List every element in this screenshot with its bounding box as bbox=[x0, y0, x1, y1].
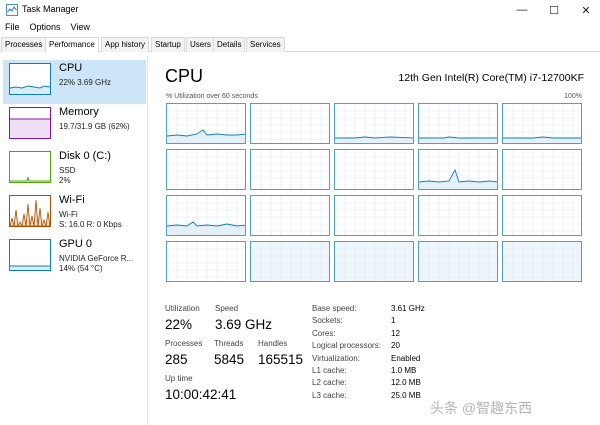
title-bar: Task Manager — ☐ ✕ bbox=[0, 0, 600, 20]
threads-value: 5845 bbox=[214, 352, 245, 367]
info-label: Sockets: bbox=[312, 316, 343, 326]
sidebar-item-cpu[interactable]: CPU 22% 3.69 GHz bbox=[3, 60, 146, 104]
handles-label: Handles bbox=[258, 339, 288, 348]
sidebar-item-detail: Wi-Fi bbox=[59, 210, 78, 219]
sidebar-item-detail: 2% bbox=[59, 176, 71, 185]
speed-label: Speed bbox=[215, 304, 239, 313]
uptime-label: Up time bbox=[165, 374, 193, 383]
sidebar-item-wifi[interactable]: Wi-Fi Wi-Fi S: 16.0 R: 0 Kbps bbox=[3, 192, 146, 236]
cpu-thumbnail-graph bbox=[9, 63, 51, 95]
info-label: Virtualization: bbox=[312, 353, 360, 363]
info-value: 3.61 GHz bbox=[391, 304, 425, 313]
cpu-core-graph bbox=[334, 149, 414, 190]
tab-processes[interactable]: Processes bbox=[1, 37, 47, 52]
sidebar-item-label: Memory bbox=[59, 106, 99, 118]
menu-bar: File Options View bbox=[0, 20, 95, 36]
info-label: L1 cache: bbox=[312, 366, 347, 375]
processes-label: Processes bbox=[165, 339, 203, 348]
sidebar-item-label: Disk 0 (C:) bbox=[59, 150, 111, 162]
menu-file[interactable]: File bbox=[0, 20, 25, 36]
utilization-graph-label: % Utilization over 60 seconds bbox=[166, 93, 258, 100]
info-value: 20 bbox=[391, 341, 400, 351]
utilization-max-label: 100% bbox=[564, 93, 582, 100]
utilization-value: 22% bbox=[165, 317, 193, 332]
info-value: Enabled bbox=[391, 353, 421, 363]
info-label: L2 cache: bbox=[312, 378, 347, 388]
tab-performance[interactable]: Performance bbox=[45, 37, 99, 53]
sidebar-item-detail: 22% 3.69 GHz bbox=[59, 78, 112, 87]
window-title: Task Manager bbox=[22, 4, 79, 14]
info-value: 12.0 MB bbox=[391, 378, 421, 388]
info-value: 25.0 MB bbox=[391, 390, 421, 400]
performance-sidebar: CPU 22% 3.69 GHz Memory 19.7/31.9 GB (62… bbox=[0, 56, 148, 425]
info-value: 12 bbox=[391, 328, 400, 338]
handles-value: 165515 bbox=[258, 352, 304, 367]
sidebar-item-label: CPU bbox=[59, 62, 83, 74]
menu-options[interactable]: Options bbox=[25, 20, 66, 36]
sidebar-item-memory[interactable]: Memory 19.7/31.9 GB (62%) bbox=[3, 104, 146, 148]
menu-view[interactable]: View bbox=[66, 20, 95, 36]
tab-app-history[interactable]: App history bbox=[101, 37, 150, 52]
close-icon: ✕ bbox=[581, 4, 591, 17]
tab-details[interactable]: Details bbox=[213, 37, 246, 52]
info-label: Logical processors: bbox=[312, 341, 381, 351]
cpu-model-name: 12th Gen Intel(R) Core(TM) i7-12700KF bbox=[398, 72, 584, 84]
sidebar-item-detail: S: 16.0 R: 0 Kbps bbox=[59, 220, 122, 229]
cpu-core-graph bbox=[334, 103, 414, 144]
maximize-icon: ☐ bbox=[549, 4, 559, 17]
sidebar-item-detail: SSD bbox=[59, 166, 76, 175]
info-value: 1.0 MB bbox=[391, 366, 417, 375]
tab-strip: Processes Performance App history Startu… bbox=[0, 37, 600, 53]
cpu-core-graph bbox=[250, 149, 330, 190]
gpu-thumbnail-graph bbox=[9, 239, 51, 271]
cpu-core-graph bbox=[166, 195, 246, 236]
cpu-core-graph bbox=[334, 195, 414, 236]
cpu-core-graph bbox=[502, 103, 582, 144]
sidebar-item-detail: NVIDIA GeForce R... bbox=[59, 254, 134, 263]
page-title: CPU bbox=[165, 66, 204, 86]
info-label: Cores: bbox=[312, 328, 336, 338]
cpu-core-graph bbox=[418, 195, 498, 236]
cpu-core-graph bbox=[166, 241, 246, 282]
processes-value: 285 bbox=[165, 352, 188, 367]
utilization-label: Utilization bbox=[165, 304, 200, 313]
watermark: 头条 @智趣东西 bbox=[430, 400, 533, 416]
wifi-thumbnail-graph bbox=[9, 195, 51, 228]
minimize-button[interactable]: — bbox=[506, 0, 538, 20]
tab-services[interactable]: Services bbox=[246, 37, 285, 52]
disk-thumbnail-graph bbox=[9, 151, 51, 183]
cpu-core-graph bbox=[418, 149, 498, 190]
maximize-button[interactable]: ☐ bbox=[538, 0, 570, 20]
sidebar-item-label: GPU 0 bbox=[59, 238, 93, 250]
cpu-core-graph bbox=[250, 241, 330, 282]
memory-thumbnail-graph bbox=[9, 107, 51, 139]
task-manager-icon bbox=[6, 4, 18, 16]
sidebar-item-gpu[interactable]: GPU 0 NVIDIA GeForce R... 14% (54 °C) bbox=[3, 236, 146, 280]
info-label: L3 cache: bbox=[312, 390, 347, 400]
cpu-core-graph bbox=[502, 241, 582, 282]
cpu-core-graph bbox=[250, 103, 330, 144]
sidebar-item-label: Wi-Fi bbox=[59, 194, 85, 206]
cpu-core-graph bbox=[418, 241, 498, 282]
cpu-core-graph bbox=[502, 149, 582, 190]
minimize-icon: — bbox=[516, 4, 528, 16]
info-value: 1 bbox=[391, 316, 396, 326]
sidebar-item-detail: 19.7/31.9 GB (62%) bbox=[59, 122, 130, 131]
cpu-core-graph bbox=[418, 103, 498, 144]
speed-value: 3.69 GHz bbox=[215, 317, 273, 332]
cpu-core-graph bbox=[250, 195, 330, 236]
tab-startup[interactable]: Startup bbox=[151, 37, 185, 52]
uptime-value: 10:00:42:41 bbox=[165, 387, 237, 402]
sidebar-item-detail: 14% (54 °C) bbox=[59, 264, 103, 273]
threads-label: Threads bbox=[214, 339, 244, 348]
cpu-core-graph bbox=[166, 103, 246, 144]
sidebar-item-disk[interactable]: Disk 0 (C:) SSD 2% bbox=[3, 148, 146, 192]
info-label: Base speed: bbox=[312, 304, 357, 313]
close-button[interactable]: ✕ bbox=[570, 0, 600, 20]
cpu-core-graph bbox=[502, 195, 582, 236]
cpu-core-graph bbox=[334, 241, 414, 282]
cpu-core-graph bbox=[166, 149, 246, 190]
tab-users[interactable]: Users bbox=[186, 37, 215, 52]
